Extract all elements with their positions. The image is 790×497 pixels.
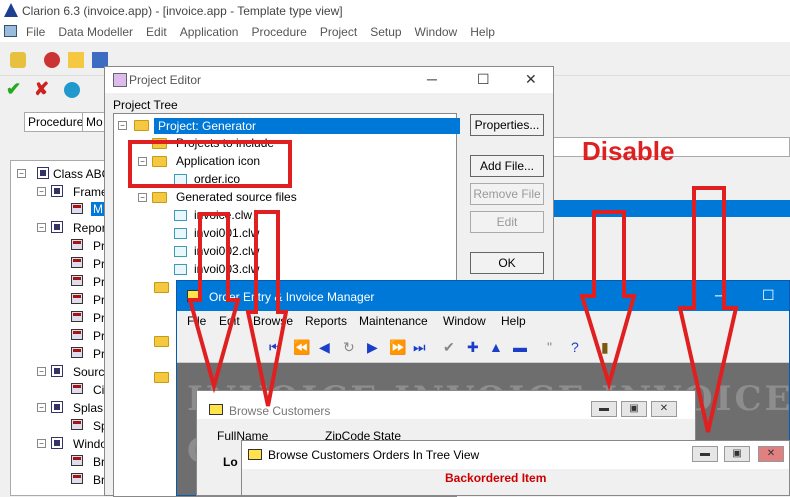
down-arrow-icon (187, 212, 241, 394)
highlight-box (128, 140, 292, 188)
down-arrow-icon (245, 210, 289, 407)
down-arrow-icon (579, 210, 637, 392)
annotation-overlay (128, 140, 739, 433)
down-arrow-icon (677, 186, 739, 433)
